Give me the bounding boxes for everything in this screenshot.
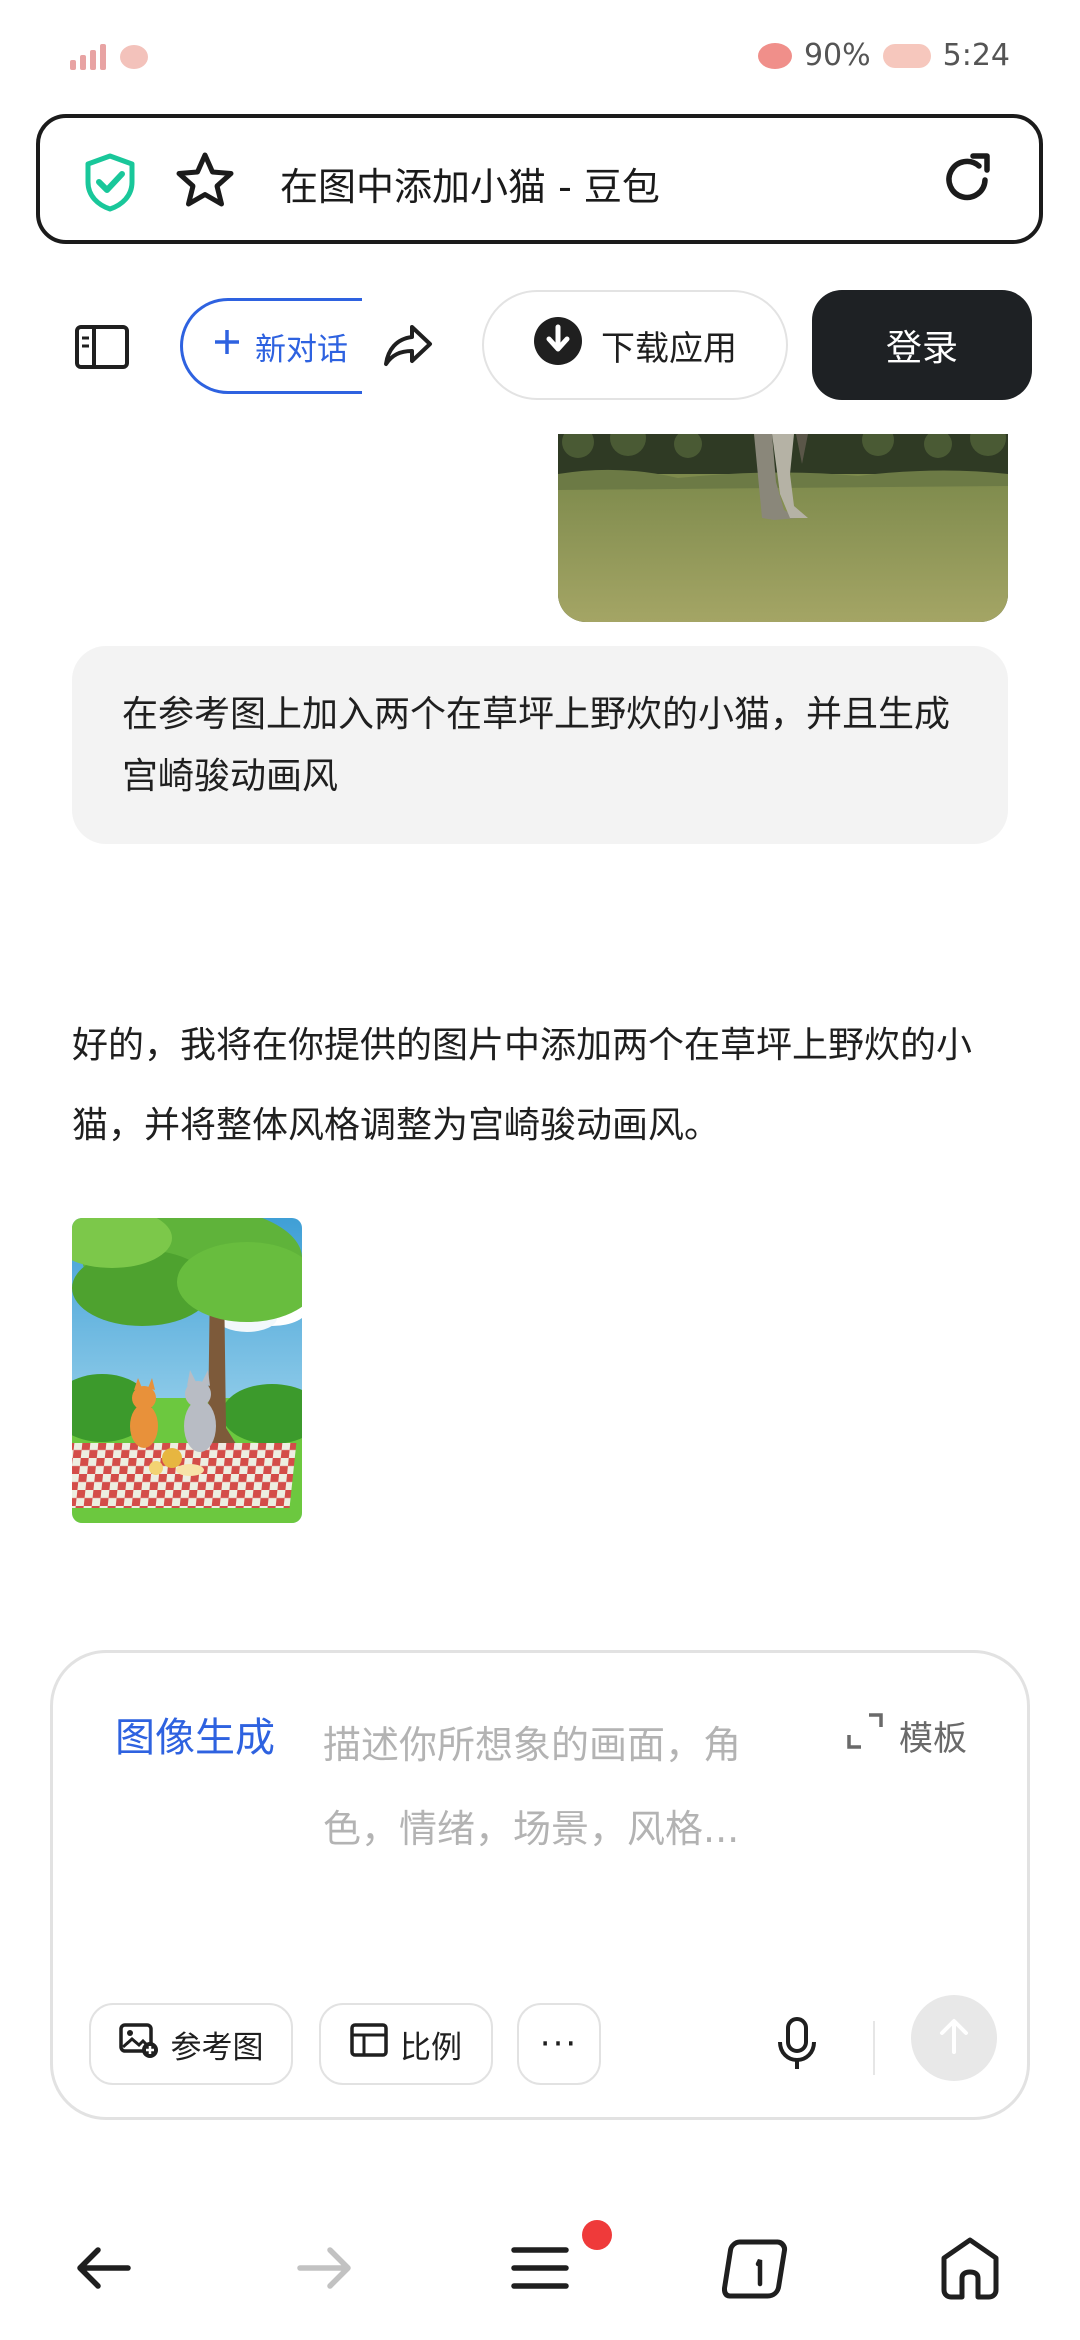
clock-time: 5:24 [942,38,1010,73]
new-chat-button[interactable]: 新对话 [180,298,362,394]
page-title[interactable]: 在图中添加小猫 - 豆包 [280,156,660,211]
prompt-composer: 图像生成 描述你所想象的画面，角色，情绪，场景，风格... 模板 参考图 比例 … [50,1650,1030,2120]
new-chat-label: 新对话 [255,331,348,368]
home-icon[interactable] [938,2236,1002,2306]
back-arrow-icon[interactable] [72,2236,136,2304]
generated-image[interactable] [72,1218,302,1523]
share-icon[interactable] [382,322,434,372]
menu-icon[interactable] [510,2236,570,2304]
download-app-button[interactable]: 下载应用 [482,290,788,400]
tabs-icon[interactable] [721,2236,788,2306]
address-bar[interactable]: 在图中添加小猫 - 豆包 [36,114,1043,244]
send-button[interactable] [911,1995,997,2081]
shield-check-icon[interactable] [82,152,138,216]
microphone-icon[interactable] [775,2016,819,2076]
ratio-button[interactable]: 比例 [319,2003,493,2085]
download-label: 下载应用 [601,328,737,369]
status-right-icons: 90% 5:24 [757,38,1010,73]
expand-icon [845,1711,885,1760]
bookmark-star-icon[interactable] [174,150,236,214]
composer-divider [873,2021,875,2075]
reload-icon[interactable] [937,150,997,214]
prompt-input[interactable]: 描述你所想象的画面，角色，情绪，场景，风格... [323,1703,753,1871]
login-button[interactable]: 登录 [812,290,1032,400]
template-button[interactable]: 模板 [845,1711,967,1760]
plus-icon [213,328,241,364]
battery-sticker-icon [757,42,792,69]
battery-percent: 90% [803,38,871,73]
ratio-label: 比例 [400,2029,462,2066]
image-add-icon [118,2021,159,2067]
user-reference-photo[interactable] [558,434,1008,622]
signal-icon [70,44,106,70]
more-options-button[interactable]: ··· [517,2003,601,2085]
cat-sticker-icon [120,45,148,69]
browser-bottom-nav [0,2200,1080,2340]
chat-toolbar: 新对话 下载应用 登录 [0,262,1080,422]
battery-icon [882,43,931,68]
sidebar-toggle-icon[interactable] [74,324,130,374]
reference-image-button[interactable]: 参考图 [89,2003,293,2085]
forward-arrow-icon[interactable] [292,2236,356,2304]
assistant-reply: 好的，我将在你提供的图片中添加两个在草坪上野炊的小猫，并将整体风格调整为宫崎骏动… [72,1025,973,1146]
notification-badge [582,2220,612,2250]
user-message-text: 在参考图上加入两个在草坪上野炊的小猫，并且生成宫崎骏动画风 [122,694,951,797]
arrow-up-icon [937,2017,971,2059]
download-icon [533,316,583,375]
status-bar: 90% 5:24 [0,0,1080,112]
status-left-icons [70,44,148,70]
image-generation-mode-label[interactable]: 图像生成 [115,1705,275,1763]
user-message-bubble: 在参考图上加入两个在草坪上野炊的小猫，并且生成宫崎骏动画风 [72,646,1008,844]
aspect-ratio-icon [350,2023,388,2065]
reference-image-label: 参考图 [170,2029,264,2066]
template-label: 模板 [899,1719,967,1759]
